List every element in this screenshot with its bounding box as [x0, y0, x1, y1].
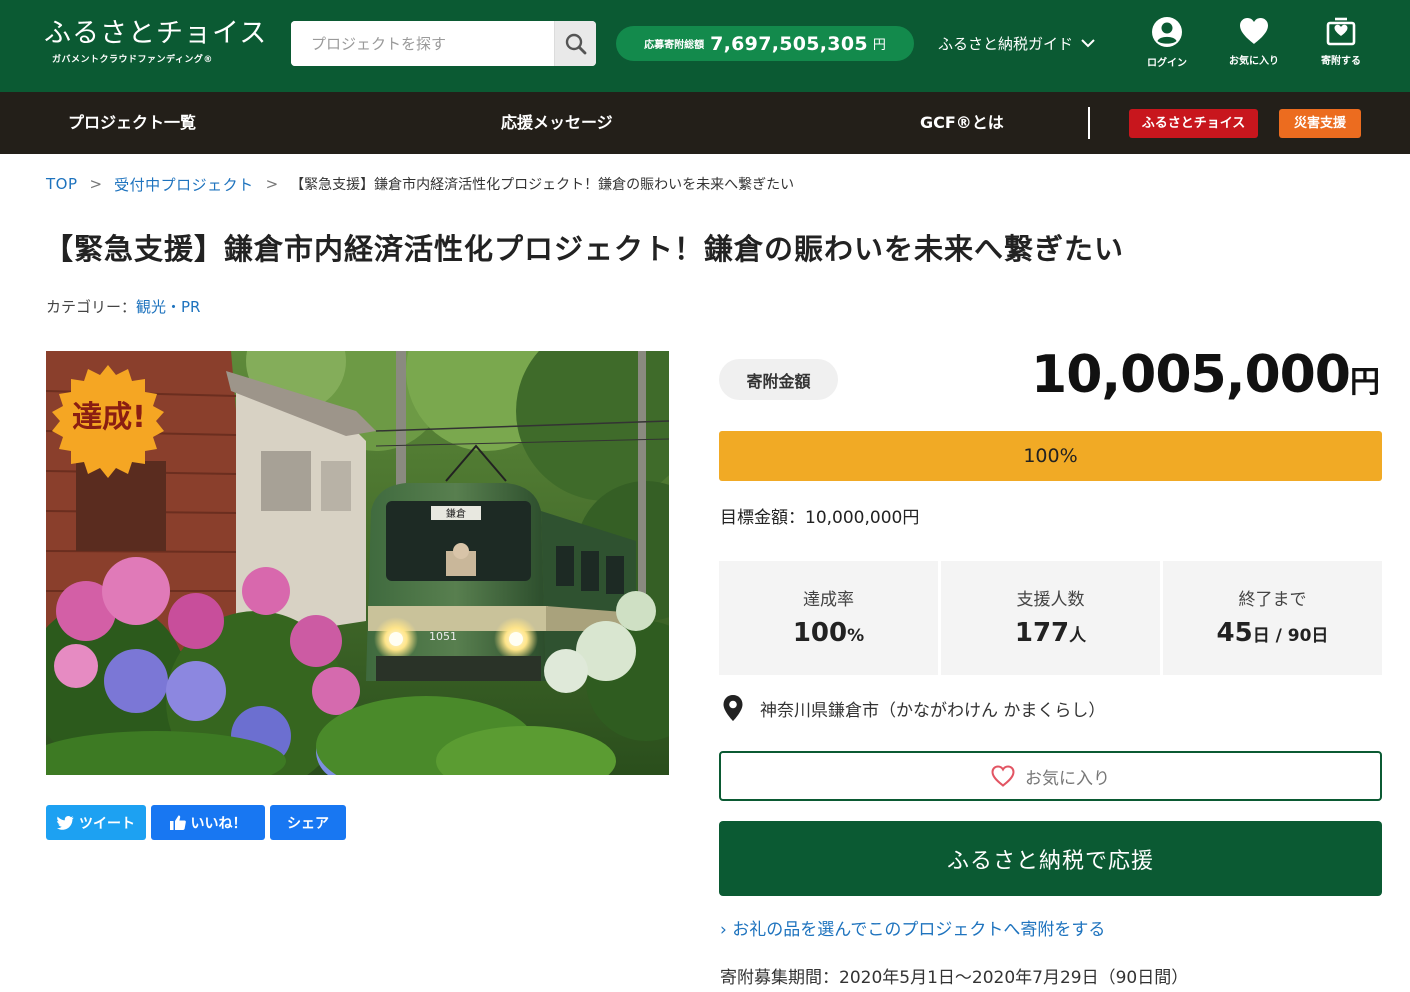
map-pin-icon [723, 695, 743, 721]
category-label: カテゴリー： [46, 298, 137, 316]
total-donation-badge: 応募寄附総額 7,697,505,305 円 [616, 26, 914, 61]
nav-divider [1088, 107, 1090, 139]
tweet-label: ツイート [79, 815, 135, 832]
breadcrumb-current: 【緊急支援】鎌倉市内経済活性化プロジェクト！鎌倉の賑わいを未来へ繋ぎたい [290, 177, 795, 193]
login-label: ログイン [1147, 58, 1187, 69]
stat-number: 177 [1014, 618, 1070, 648]
stat-value: 177人 [941, 618, 1160, 648]
stat-label: 達成率 [803, 590, 854, 610]
furusato-choice-badge[interactable]: ふるさとチョイス [1129, 109, 1258, 138]
logo-subtitle: ガバメントクラウドファンディング® [52, 55, 213, 65]
total-donation-unit: 円 [872, 38, 886, 53]
page-title: 【緊急支援】鎌倉市内経済活性化プロジェクト！鎌倉の賑わいを未来へ繋ぎたい [44, 232, 1125, 266]
achieved-badge-label: 達成! [72, 400, 146, 435]
favorite-label: お気に入り [1025, 768, 1110, 789]
favorites-label: お気に入り [1229, 56, 1279, 67]
disaster-support-badge[interactable]: 災害支援 [1279, 109, 1361, 138]
add-to-favorites-button[interactable]: お気に入り [719, 751, 1382, 801]
support-with-furusato-tax-button[interactable]: ふるさと納税で応援 [719, 821, 1382, 896]
stat-value: 100% [719, 618, 938, 648]
train-hydrangea-illustration: 鎌倉 1051 達成! [46, 351, 669, 775]
project-category: カテゴリー：観光・PR [46, 296, 200, 317]
stat-label: 支援人数 [1016, 590, 1085, 610]
donate-button[interactable]: 寄附する [1306, 16, 1376, 76]
search-input[interactable] [291, 21, 554, 66]
tweet-button[interactable]: ツイート [46, 805, 146, 840]
progress-bar: 100% [719, 431, 1382, 481]
donation-period: 寄附募集期間：2020年5月1日〜2020年7月29日（90日間） [720, 968, 1189, 988]
total-donation-value: 7,697,505,305 [710, 32, 868, 55]
user-icon [1152, 17, 1182, 47]
donation-amount-unit: 円 [1350, 365, 1380, 400]
stat-days-remaining: 終了まで 45日 / 90日 [1163, 561, 1382, 675]
breadcrumb-top[interactable]: TOP [46, 175, 78, 193]
progress-percent: 100% [1023, 445, 1078, 467]
heart-icon [1240, 18, 1268, 44]
donation-box-icon [1326, 17, 1356, 46]
thumbs-up-icon [169, 815, 186, 830]
furusato-guide-dropdown[interactable]: ふるさと納税ガイド [938, 30, 1095, 56]
stat-supporters: 支援人数 177人 [941, 561, 1160, 675]
stat-number: 100 [792, 618, 848, 648]
category-link[interactable]: 観光・PR [136, 298, 200, 316]
nav-about-gcf[interactable]: GCF®とは [920, 92, 1004, 154]
nav-support-messages[interactable]: 応援メッセージ [501, 92, 613, 154]
stat-value: 45日 / 90日 [1163, 618, 1382, 648]
twitter-bird-icon [57, 815, 74, 830]
search-box [291, 21, 596, 66]
nav-project-list[interactable]: プロジェクト一覧 [68, 92, 196, 154]
project-image: 鎌倉 1051 達成! [46, 351, 669, 775]
logo-title: ふるさとチョイス [44, 18, 268, 49]
stat-unit: % [847, 626, 865, 646]
chevron-down-icon [1081, 39, 1095, 48]
breadcrumb-accepting-projects[interactable]: 受付中プロジェクト [114, 174, 254, 195]
guide-label: ふるさと納税ガイド [938, 34, 1074, 53]
location-text: 神奈川県鎌倉市（かながわけん かまくらし） [760, 700, 1106, 721]
favorites-button[interactable]: お気に入り [1219, 16, 1289, 76]
stat-unit: 日 / 90日 [1252, 626, 1329, 646]
donation-amount-label: 寄附金額 [719, 359, 838, 400]
choose-gift-link[interactable]: › お礼の品を選んでこのプロジェクトへ寄附をする [720, 915, 1105, 940]
stat-unit: 人 [1069, 626, 1087, 646]
like-button[interactable]: いいね！ [151, 805, 265, 840]
train-number: 1051 [429, 630, 457, 643]
like-label: いいね！ [190, 815, 247, 832]
heart-outline-icon [991, 765, 1015, 787]
stat-number: 45 [1216, 618, 1253, 648]
donate-label: 寄附する [1321, 56, 1361, 67]
target-amount: 目標金額：10,000,000円 [720, 508, 920, 528]
share-button[interactable]: シェア [270, 805, 346, 840]
donation-amount-value: 10,005,000 [1031, 345, 1351, 405]
project-location: 神奈川県鎌倉市（かながわけん かまくらし） [722, 694, 1105, 722]
login-button[interactable]: ログイン [1132, 16, 1202, 76]
breadcrumb: TOP > 受付中プロジェクト > 【緊急支援】鎌倉市内経済活性化プロジェクト！… [46, 172, 794, 196]
stat-label: 終了まで [1238, 590, 1307, 610]
donation-amount: 10,005,000円 [1031, 345, 1380, 405]
site-header: ふるさとチョイス ガバメントクラウドファンディング® 応募寄附総額 7,697,… [0, 0, 1410, 92]
breadcrumb-separator: > [265, 175, 279, 193]
train-destination-sign: 鎌倉 [446, 507, 466, 520]
total-donation-label: 応募寄附総額 [644, 40, 705, 51]
breadcrumb-separator: > [89, 175, 103, 193]
search-button[interactable] [554, 21, 596, 66]
site-logo[interactable]: ふるさとチョイス ガバメントクラウドファンディング® [44, 16, 268, 72]
stat-achievement-rate: 達成率 100% [719, 561, 938, 675]
search-icon [565, 33, 586, 54]
